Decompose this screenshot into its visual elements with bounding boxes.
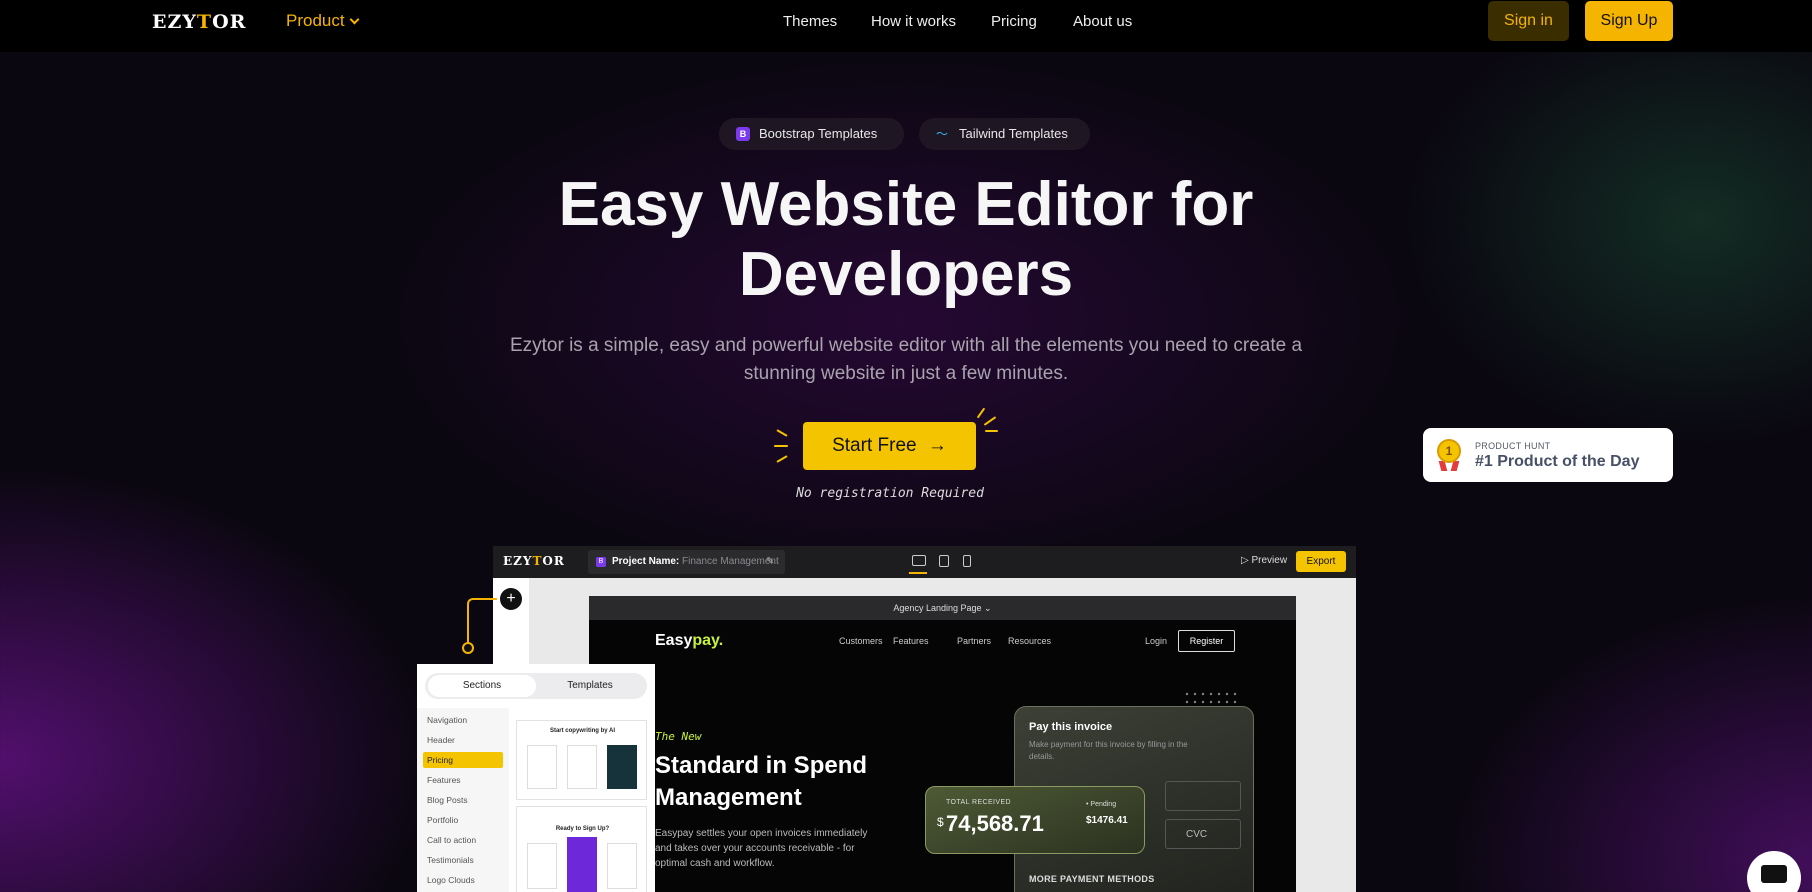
export-button[interactable]: Export	[1296, 551, 1346, 572]
chevron-down-icon: ⌄	[984, 603, 992, 613]
section-item-blog-posts[interactable]: Blog Posts	[423, 792, 503, 808]
spark-decoration	[976, 407, 986, 419]
thumbnail-card	[527, 745, 557, 789]
start-free-button[interactable]: Start Free →	[803, 422, 976, 470]
nav-link-how-it-works[interactable]: How it works	[871, 13, 956, 30]
product-hunt-badge[interactable]: 1 PRODUCT HUNT #1 Product of the Day	[1423, 428, 1673, 482]
project-name-field[interactable]: B Project Name: Finance Management ✎	[588, 550, 785, 574]
medal-icon: 1	[1437, 439, 1461, 463]
hero-subtitle: Ezytor is a simple, easy and powerful we…	[509, 335, 1303, 384]
section-item-pricing[interactable]: Pricing	[423, 752, 503, 768]
panel-tabs: Sections Templates	[425, 673, 647, 699]
section-item-testimonials[interactable]: Testimonials	[423, 852, 503, 868]
top-navbar: EZYTOR Product Themes How it works Prici…	[0, 0, 1812, 52]
arrow-right-icon: →	[927, 435, 947, 456]
active-device-indicator	[909, 572, 927, 574]
mobile-icon[interactable]	[963, 555, 971, 567]
connector-line	[467, 598, 497, 648]
section-item-header[interactable]: Header	[423, 732, 503, 748]
section-item-portfolio[interactable]: Portfolio	[423, 812, 503, 828]
chat-icon	[1761, 865, 1787, 883]
spark-decoration	[776, 455, 788, 463]
add-section-icon[interactable]: +	[500, 588, 522, 610]
bootstrap-icon: B	[736, 127, 750, 141]
site-canvas[interactable]: Agency Landing Page ⌄ Easypay. Customers…	[589, 596, 1296, 892]
tab-templates[interactable]: Templates	[536, 675, 644, 697]
editor-logo: EZYTOR	[503, 554, 565, 568]
spark-decoration	[983, 416, 997, 426]
site-headline: Standard in Spend Management	[655, 752, 868, 811]
section-item-logo-clouds[interactable]: Logo Clouds	[423, 872, 503, 888]
site-nav-resources: Resources	[1008, 636, 1052, 646]
section-item-navigation[interactable]: Navigation	[423, 712, 503, 728]
site-nav-features: Features	[893, 636, 929, 646]
site-body: Easypay settles your open invoices immed…	[655, 828, 868, 869]
editor-toolbar: EZYTOR B Project Name: Finance Managemen…	[493, 546, 1356, 578]
thumbnail-card	[567, 745, 597, 789]
pricing-template-thumbnail[interactable]: Start copywriting by AI	[516, 720, 647, 800]
spark-decoration	[774, 445, 788, 447]
tab-sections[interactable]: Sections	[428, 675, 536, 697]
section-list: Navigation Header Pricing Features Blog …	[417, 708, 509, 892]
sections-panel: Sections Templates Navigation Header Pri…	[417, 664, 655, 892]
nav-link-about-us[interactable]: About us	[1073, 13, 1132, 30]
play-icon: ▷	[1241, 555, 1249, 566]
preview-button[interactable]: ▷ Preview	[1241, 555, 1287, 566]
product-menu[interactable]: Product	[286, 11, 360, 31]
tailwind-templates-pill[interactable]: 〜 Tailwind Templates	[919, 118, 1090, 150]
chevron-down-icon	[349, 14, 360, 25]
thumbnail-card	[567, 837, 597, 892]
bootstrap-icon: B	[596, 557, 606, 567]
total-received-card: TOTAL RECEIVED $ 74,568.71 • Pending $14…	[925, 786, 1145, 854]
edit-icon[interactable]: ✎	[766, 550, 774, 574]
easypay-logo: Easypay.	[655, 632, 724, 649]
bootstrap-templates-pill[interactable]: B Bootstrap Templates	[719, 118, 904, 150]
site-kicker: The New	[655, 730, 702, 743]
chat-launcher[interactable]	[1747, 851, 1801, 892]
signup-template-thumbnail[interactable]: Ready to Sign Up?	[516, 806, 647, 892]
nav-link-themes[interactable]: Themes	[783, 13, 837, 30]
spark-decoration	[776, 429, 788, 437]
section-item-features[interactable]: Features	[423, 772, 503, 788]
section-item-call-to-action[interactable]: Call to action	[423, 832, 503, 848]
sign-up-button[interactable]: Sign Up	[1585, 1, 1673, 41]
desktop-icon[interactable]	[912, 555, 926, 566]
connector-dot	[462, 642, 474, 654]
hero-title: Easy Website Editor for Developers	[558, 170, 1254, 309]
nav-link-pricing[interactable]: Pricing	[991, 13, 1037, 30]
site-nav-partners: Partners	[957, 636, 992, 646]
tailwind-icon: 〜	[936, 127, 949, 141]
sign-in-button[interactable]: Sign in	[1488, 1, 1569, 41]
thumbnail-card	[607, 745, 637, 789]
site-register-button: Register	[1178, 630, 1235, 652]
site-login: Login	[1145, 636, 1168, 646]
spark-decoration	[985, 430, 998, 432]
page-selector[interactable]: Agency Landing Page ⌄	[589, 596, 1296, 620]
cvc-field: CVC	[1165, 819, 1241, 849]
no-registration-note: No registration Required	[796, 486, 984, 501]
invoice-field	[1165, 781, 1241, 811]
ezytor-logo[interactable]: EZYTOR	[152, 11, 246, 33]
site-nav-customers: Customers	[839, 636, 883, 646]
tablet-icon[interactable]	[939, 555, 949, 567]
thumbnail-card	[527, 843, 557, 889]
thumbnail-card	[607, 843, 637, 889]
